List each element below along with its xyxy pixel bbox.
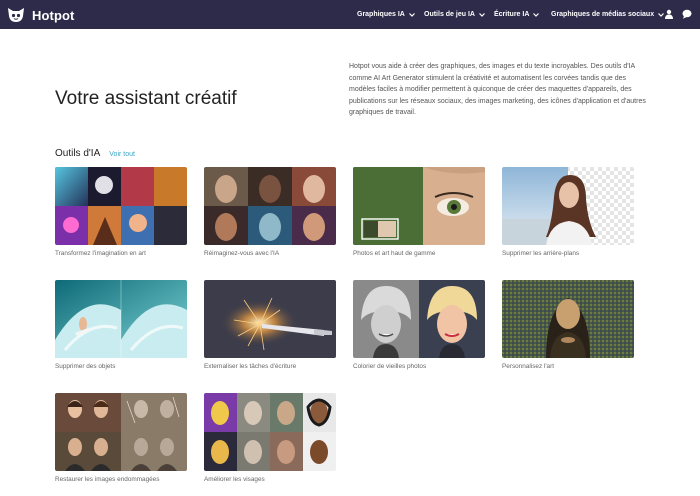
tool-card-image: [55, 167, 187, 245]
nav-menu-label: Écriture IA: [494, 11, 530, 18]
tool-card-label: Restaurer les images endommagées: [55, 476, 160, 483]
hero-description: Hotpot vous aide à créer des graphiques,…: [349, 63, 646, 117]
brand-logo[interactable]: Hotpot: [6, 5, 74, 25]
tool-card-image: [353, 167, 485, 245]
tool-card-premium-photos[interactable]: Photos et art haut de gamme: [353, 167, 485, 257]
tool-card-label: Colorier de vieilles photos: [353, 363, 427, 370]
tool-card-label: Supprimer les arrière-plans: [502, 250, 580, 257]
nav-menu-label: Graphiques de médias sociaux: [551, 11, 655, 18]
chevron-down-icon: [479, 12, 485, 17]
hotpot-logo-icon: [8, 8, 24, 22]
nav-menu-graphiques-medias-sociaux[interactable]: Graphiques de médias sociaux: [551, 0, 665, 29]
tool-card-label: Transformez l'imagination en art: [55, 250, 146, 257]
section-header: Outils d'IA Voir tout: [55, 148, 135, 159]
tool-card-image: [55, 393, 187, 471]
nav-menu-graphiques-ia[interactable]: Graphiques IA: [357, 0, 415, 29]
tool-card-remove-objects[interactable]: Supprimer des objets: [55, 280, 187, 370]
chevron-down-icon: [533, 12, 540, 17]
tool-card-colorize-photos[interactable]: Colorier de vieilles photos: [353, 280, 485, 370]
tool-card-enhance-faces[interactable]: Améliorer les visages: [204, 393, 336, 483]
nav-menu-outils-de-jeu-ia[interactable]: Outils de jeu IA: [424, 0, 485, 29]
nav-menu-label: Outils de jeu IA: [424, 11, 475, 18]
tool-card-label: Supprimer des objets: [55, 363, 116, 370]
section-title: Outils d'IA: [55, 148, 101, 159]
nav-menu-label: Graphiques IA: [357, 11, 405, 18]
tool-card-restore-images[interactable]: Restaurer les images endommagées: [55, 393, 187, 483]
see-all-link[interactable]: Voir tout: [109, 151, 135, 158]
tool-card-label: Externaliser les tâches d'écriture: [204, 363, 297, 370]
tool-card-image: [204, 167, 336, 245]
nav-menu-ecriture-ia[interactable]: Écriture IA: [494, 0, 540, 29]
tool-card-image: [502, 280, 634, 358]
tool-card-remove-background[interactable]: Supprimer les arrière-plans: [502, 167, 634, 257]
tool-card-label: Améliorer les visages: [204, 476, 265, 483]
tool-card-image: [353, 280, 485, 358]
chat-icon[interactable]: [682, 9, 692, 19]
tool-card-reimagine[interactable]: Réimaginez-vous avec l'IA: [204, 167, 336, 257]
tool-card-personalize-art[interactable]: Personnalisez l'art: [502, 280, 634, 370]
brand-name: Hotpot: [32, 7, 75, 23]
tool-card-image: [502, 167, 634, 245]
tool-card-image: [55, 280, 187, 358]
tool-card-image: [204, 393, 336, 471]
tool-card-label: Réimaginez-vous avec l'IA: [204, 250, 280, 257]
tool-card-writing-tasks[interactable]: Externaliser les tâches d'écriture: [204, 280, 336, 370]
tool-card-label: Personnalisez l'art: [502, 363, 555, 370]
top-nav: Hotpot Graphiques IA Outils de jeu IA Éc…: [0, 0, 700, 29]
user-icon[interactable]: [664, 9, 674, 19]
chevron-down-icon: [408, 12, 415, 17]
tool-card-image: [204, 280, 336, 358]
page-title: Votre assistant créatif: [55, 88, 237, 109]
tool-card-label: Photos et art haut de gamme: [353, 250, 436, 257]
tool-card-art-generator[interactable]: Transformez l'imagination en art: [55, 167, 187, 257]
